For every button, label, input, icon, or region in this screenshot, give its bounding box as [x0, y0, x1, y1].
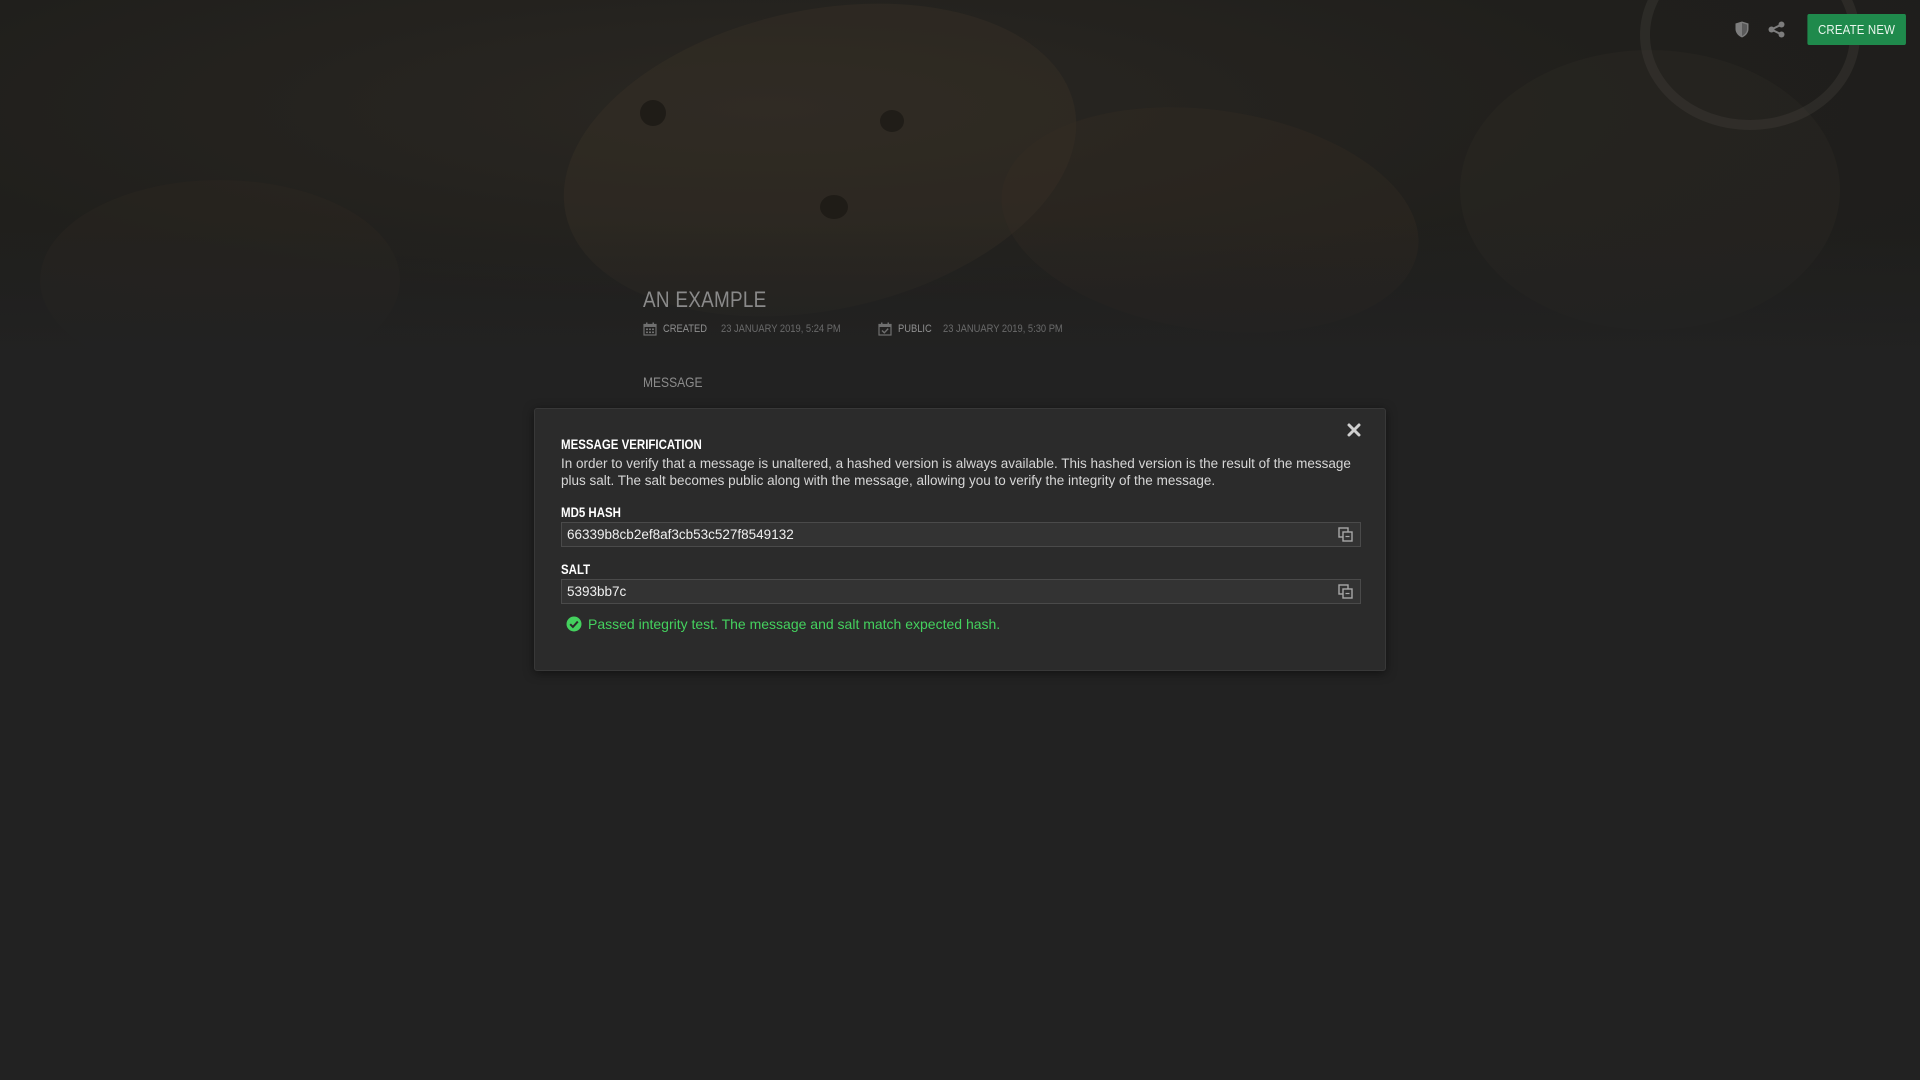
salt-label: SALT — [561, 561, 591, 577]
message-section-label: MESSAGE — [643, 374, 703, 390]
public-label: PUBLIC — [897, 323, 932, 335]
created-value: 23 JANUARY 2019, 5:24 PM — [720, 323, 841, 335]
salt-field — [561, 579, 1361, 604]
close-icon[interactable] — [1345, 421, 1363, 439]
calendar-icon — [643, 322, 657, 336]
meta-row: CREATED 23 JANUARY 2019, 5:24 PM PUBLIC … — [643, 322, 1343, 336]
message-verification-modal: MESSAGE VERIFICATION In order to verify … — [534, 408, 1386, 671]
md5-hash-input[interactable] — [562, 526, 1336, 543]
calendar-check-icon — [877, 322, 892, 336]
message-header: AN EXAMPLE CREATED 23 JANUARY 2019, 5:24… — [643, 287, 1343, 390]
top-toolbar: CREATE NEW — [1732, 14, 1906, 45]
created-label: CREATED — [663, 323, 707, 335]
page: CREATE NEW AN EXAMPLE CREATED 23 JANUARY… — [0, 0, 1920, 1080]
modal-description: In order to verify that a message is una… — [561, 456, 1351, 488]
status-text: Passed integrity test. The message and s… — [588, 616, 1001, 632]
create-new-button[interactable]: CREATE NEW — [1807, 14, 1906, 45]
md5-hash-label: MD5 HASH — [561, 504, 621, 520]
shield-icon[interactable] — [1732, 20, 1752, 40]
copy-icon[interactable] — [1336, 526, 1354, 544]
public-meta: PUBLIC 23 JANUARY 2019, 5:30 PM — [877, 322, 1085, 336]
page-title: AN EXAMPLE — [643, 287, 767, 312]
created-meta: CREATED 23 JANUARY 2019, 5:24 PM — [643, 322, 862, 336]
integrity-status: Passed integrity test. The message and s… — [561, 616, 1359, 632]
modal-title: MESSAGE VERIFICATION — [561, 436, 702, 452]
copy-icon[interactable] — [1336, 583, 1354, 601]
public-value: 23 JANUARY 2019, 5:30 PM — [943, 323, 1064, 335]
salt-input[interactable] — [562, 583, 1336, 600]
share-icon[interactable] — [1766, 20, 1786, 40]
md5-hash-field — [561, 522, 1361, 547]
check-circle-icon — [566, 616, 582, 632]
